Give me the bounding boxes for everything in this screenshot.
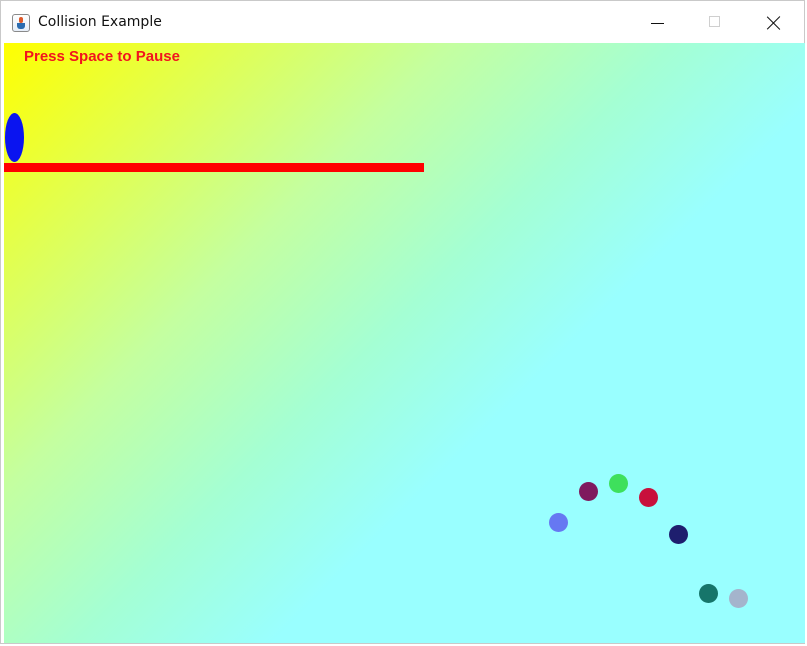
ball-4 [549, 513, 568, 532]
maximize-icon [709, 16, 720, 27]
ball-5 [669, 525, 688, 544]
maximize-button[interactable] [687, 1, 745, 43]
java-app-icon [12, 14, 30, 32]
window-title: Collision Example [38, 14, 162, 30]
ball-2 [609, 474, 628, 493]
minimize-icon [651, 23, 664, 24]
ball-3 [639, 488, 658, 507]
ball-7 [729, 589, 748, 608]
ball-6 [699, 584, 718, 603]
red-paddle [4, 163, 424, 172]
minimize-button[interactable] [629, 1, 687, 43]
ball-1 [579, 482, 598, 501]
close-button[interactable] [745, 1, 803, 43]
app-window: Collision Example Press Space to Pause [0, 0, 805, 644]
title-bar[interactable]: Collision Example [1, 1, 804, 43]
pause-hint-text: Press Space to Pause [24, 48, 180, 65]
game-canvas[interactable]: Press Space to Pause [4, 43, 805, 643]
close-icon [767, 16, 781, 30]
blue-oval [5, 113, 24, 162]
